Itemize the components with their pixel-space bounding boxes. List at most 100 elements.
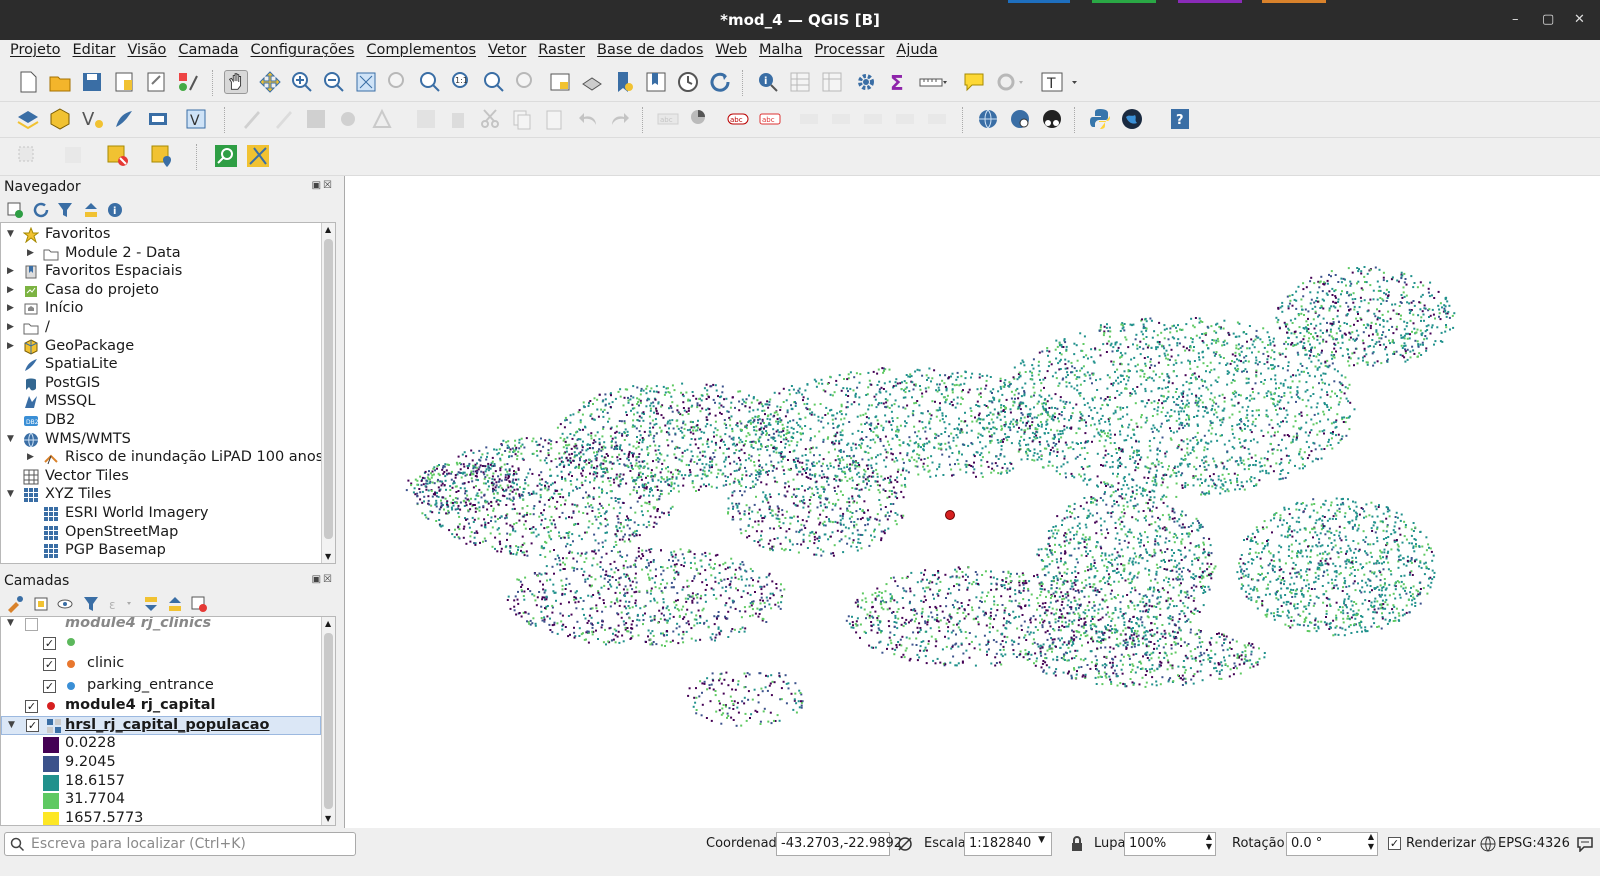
class-checkbox[interactable]: ✓ — [43, 637, 56, 650]
identify-features-icon[interactable]: i — [756, 70, 780, 94]
new-3d-map-view-icon[interactable] — [580, 70, 604, 94]
text-annotation-icon[interactable]: T — [1040, 70, 1080, 94]
scroll-down-icon[interactable]: ▼ — [325, 814, 331, 823]
navigator-item[interactable]: ESRI World Imagery — [1, 505, 321, 524]
crs-globe-icon[interactable] — [1480, 836, 1496, 852]
layer-checkbox[interactable]: ✓ — [26, 719, 39, 732]
scale-combobox[interactable]: 1:182840 ▼ — [964, 832, 1052, 856]
zoom-in-icon[interactable] — [290, 70, 314, 94]
python-console-icon[interactable] — [1088, 107, 1112, 131]
undo-icon[interactable] — [576, 107, 600, 131]
navigator-item[interactable]: OpenStreetMap — [1, 524, 321, 543]
filter-by-expression-icon[interactable]: ε — [108, 595, 134, 613]
pan-to-selection-icon[interactable] — [258, 70, 282, 94]
change-label-icon[interactable] — [926, 107, 950, 131]
current-edits-icon[interactable] — [240, 107, 264, 131]
zoom-full-icon[interactable] — [354, 70, 378, 94]
toggle-editing-icon[interactable] — [272, 107, 296, 131]
layers-scrollbar[interactable]: ▲ ▼ — [321, 617, 335, 825]
menu-web[interactable]: Web — [711, 40, 755, 64]
scroll-up-icon[interactable]: ▲ — [325, 225, 331, 234]
navigator-item[interactable]: ▼ XYZ Tiles — [1, 486, 321, 505]
menu-configuracoes[interactable]: Configurações — [247, 40, 363, 64]
pin-label-icon[interactable] — [798, 107, 822, 131]
decoration-icon[interactable] — [994, 70, 1024, 94]
paste-features-icon[interactable] — [542, 107, 566, 131]
navigator-item[interactable]: ▼ Favoritos — [1, 226, 321, 245]
collapse-arrow-icon[interactable]: ▼ — [7, 489, 17, 499]
layer-row-rj-capital[interactable]: ✓ module4 rj_capital — [1, 697, 319, 716]
zoom-native-resolution-icon[interactable]: 1:1 — [450, 70, 474, 94]
navigator-item[interactable]: Vector Tiles — [1, 468, 321, 487]
show-bookmarks-icon[interactable] — [644, 70, 668, 94]
scroll-up-icon[interactable]: ▲ — [325, 619, 331, 628]
collapse-arrow-icon[interactable]: ▼ — [7, 618, 17, 628]
lock-scale-icon[interactable] — [1070, 836, 1084, 852]
expand-arrow-icon[interactable]: ▶ — [7, 303, 17, 313]
collapse-all-icon[interactable] — [82, 201, 100, 219]
menu-ajuda[interactable]: Ajuda — [892, 40, 945, 64]
expand-arrow-icon[interactable]: ▶ — [7, 322, 17, 332]
delete-selected-icon[interactable] — [446, 107, 470, 131]
measure-line-icon[interactable] — [918, 70, 948, 94]
layer-styling-icon[interactable] — [6, 595, 24, 613]
menu-complementos[interactable]: Complementos — [362, 40, 484, 64]
metasearch-results-icon[interactable] — [1008, 107, 1032, 131]
layer-diagram-options-icon[interactable] — [688, 107, 712, 131]
layer-tools-plugin-icon[interactable] — [246, 144, 270, 168]
add-wfs-layer-icon[interactable]: V — [184, 107, 208, 131]
crs-label[interactable]: EPSG:4326 — [1498, 836, 1570, 851]
select-by-area-icon[interactable] — [16, 144, 40, 168]
redo-icon[interactable] — [608, 107, 632, 131]
geocoder-icon[interactable] — [1040, 107, 1064, 131]
menu-malha[interactable]: Malha — [755, 40, 811, 64]
close-icon[interactable]: ✕ — [1574, 12, 1585, 27]
layer-checkbox[interactable]: ✓ — [25, 700, 38, 713]
rotate-label-icon[interactable] — [894, 107, 918, 131]
expand-arrow-icon[interactable]: ▶ — [7, 341, 17, 351]
select-by-location-icon[interactable] — [150, 144, 174, 168]
refresh-icon[interactable] — [708, 70, 732, 94]
menu-raster[interactable]: Raster — [534, 40, 593, 64]
maximize-icon[interactable]: ▢ — [1542, 12, 1554, 27]
zoom-next-icon[interactable] — [514, 70, 538, 94]
navigator-item[interactable]: ▶ GeoPackage — [1, 338, 321, 357]
remove-layer-icon[interactable] — [190, 595, 208, 613]
rotation-spinbox[interactable]: 0.0 ° ▲ ▼ — [1286, 832, 1378, 856]
add-selected-layers-icon[interactable] — [6, 201, 24, 219]
layer-group-clinics[interactable]: ▼ module4 rj_clinics — [1, 617, 319, 634]
new-project-icon[interactable] — [16, 70, 40, 94]
zoom-to-selection-icon[interactable] — [386, 70, 410, 94]
modify-attributes-icon[interactable] — [414, 107, 438, 131]
processing-toolbox-icon[interactable] — [854, 70, 878, 94]
label-toolbar-icon[interactable]: abc — [656, 107, 680, 131]
menu-projeto[interactable]: Projeto — [6, 40, 69, 64]
new-map-view-icon[interactable] — [548, 70, 572, 94]
legend-class-row[interactable]: ✓ — [1, 634, 319, 653]
chevron-down-icon[interactable]: ▼ — [1038, 835, 1045, 845]
zoom-to-layer-icon[interactable] — [418, 70, 442, 94]
filter-legend-icon[interactable] — [82, 595, 100, 613]
zoom-last-icon[interactable] — [482, 70, 506, 94]
navigator-item[interactable]: DB2 DB2 — [1, 412, 321, 431]
copy-features-icon[interactable] — [510, 107, 534, 131]
add-feature-icon[interactable] — [336, 107, 360, 131]
navigator-item[interactable]: PGP Basemap — [1, 542, 321, 561]
spin-arrows-icon[interactable]: ▲ ▼ — [1206, 832, 1212, 852]
collapse-arrow-icon[interactable]: ▼ — [7, 434, 17, 444]
navigator-item[interactable]: ▼ WMS/WMTS — [1, 431, 321, 450]
info-icon[interactable]: i — [106, 201, 124, 219]
vertex-tool-icon[interactable] — [370, 107, 394, 131]
navigator-item[interactable]: PostGIS — [1, 375, 321, 394]
render-checkbox[interactable]: ✓ — [1388, 837, 1401, 850]
minimize-icon[interactable]: – — [1512, 12, 1519, 27]
menu-base-de-dados[interactable]: Base de dados — [593, 40, 711, 64]
metasearch-icon[interactable] — [976, 107, 1000, 131]
menu-editar[interactable]: Editar — [69, 40, 124, 64]
menu-processar[interactable]: Processar — [811, 40, 893, 64]
messages-icon[interactable] — [1576, 836, 1594, 852]
help-icon[interactable]: ? — [1168, 107, 1192, 131]
map-tips-icon[interactable] — [962, 70, 986, 94]
pan-hand-icon[interactable] — [224, 70, 248, 94]
save-project-icon[interactable] — [80, 70, 104, 94]
